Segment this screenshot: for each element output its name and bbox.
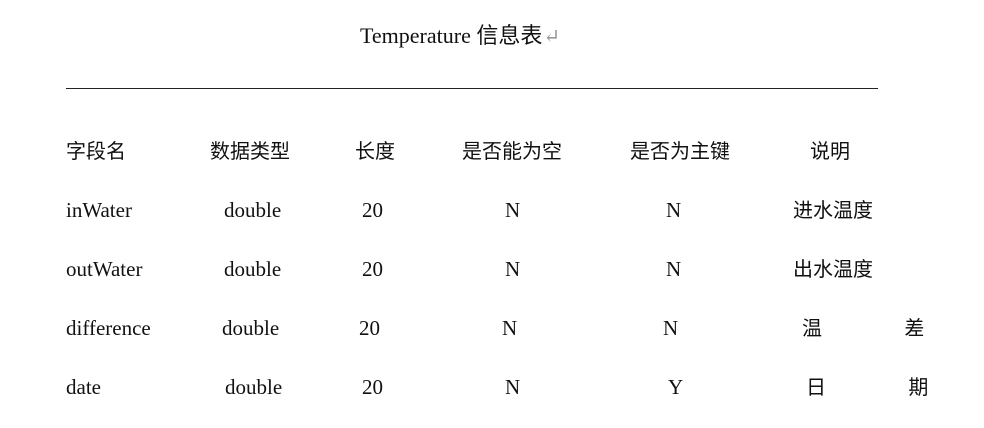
table-row-field: inWater <box>66 198 132 222</box>
document-title: Temperature 信息表↵ <box>360 18 560 50</box>
table-row-primary-key: Y <box>668 375 684 399</box>
table-row-description: 温 差 <box>802 316 963 340</box>
header-field-name: 字段名 <box>66 139 126 163</box>
table-row-description: 出水温度 <box>793 257 873 281</box>
header-description: 说明 <box>810 139 850 163</box>
table-row-type: double <box>225 375 283 399</box>
table-row-primary-key: N <box>666 198 682 222</box>
table-row-field: date <box>66 375 101 399</box>
table-row-nullable: N <box>502 316 518 340</box>
table-row-length: 20 <box>362 257 383 281</box>
table-row-field: difference <box>66 316 151 340</box>
header-nullable: 是否能为空 <box>462 139 562 163</box>
horizontal-rule <box>66 88 878 89</box>
table-row-type: double <box>222 316 280 340</box>
table-row-field: outWater <box>66 257 143 281</box>
table-row-type: double <box>224 198 282 222</box>
table-row-nullable: N <box>505 257 521 281</box>
table-row-description: 日 期 <box>806 375 967 399</box>
table-row-nullable: N <box>505 198 521 222</box>
table-row-length: 20 <box>359 316 380 340</box>
table-row-nullable: N <box>505 375 521 399</box>
header-data-type: 数据类型 <box>210 139 290 163</box>
table-row-type: double <box>224 257 282 281</box>
table-row-length: 20 <box>362 198 383 222</box>
table-row-primary-key: N <box>666 257 682 281</box>
header-length: 长度 <box>355 139 395 163</box>
header-primary-key: 是否为主键 <box>630 139 730 163</box>
paragraph-mark-icon: ↵ <box>543 26 561 48</box>
table-row-primary-key: N <box>663 316 679 340</box>
table-row-description: 进水温度 <box>793 198 873 222</box>
table-row-length: 20 <box>362 375 383 399</box>
title-text: Temperature 信息表 <box>360 23 543 48</box>
